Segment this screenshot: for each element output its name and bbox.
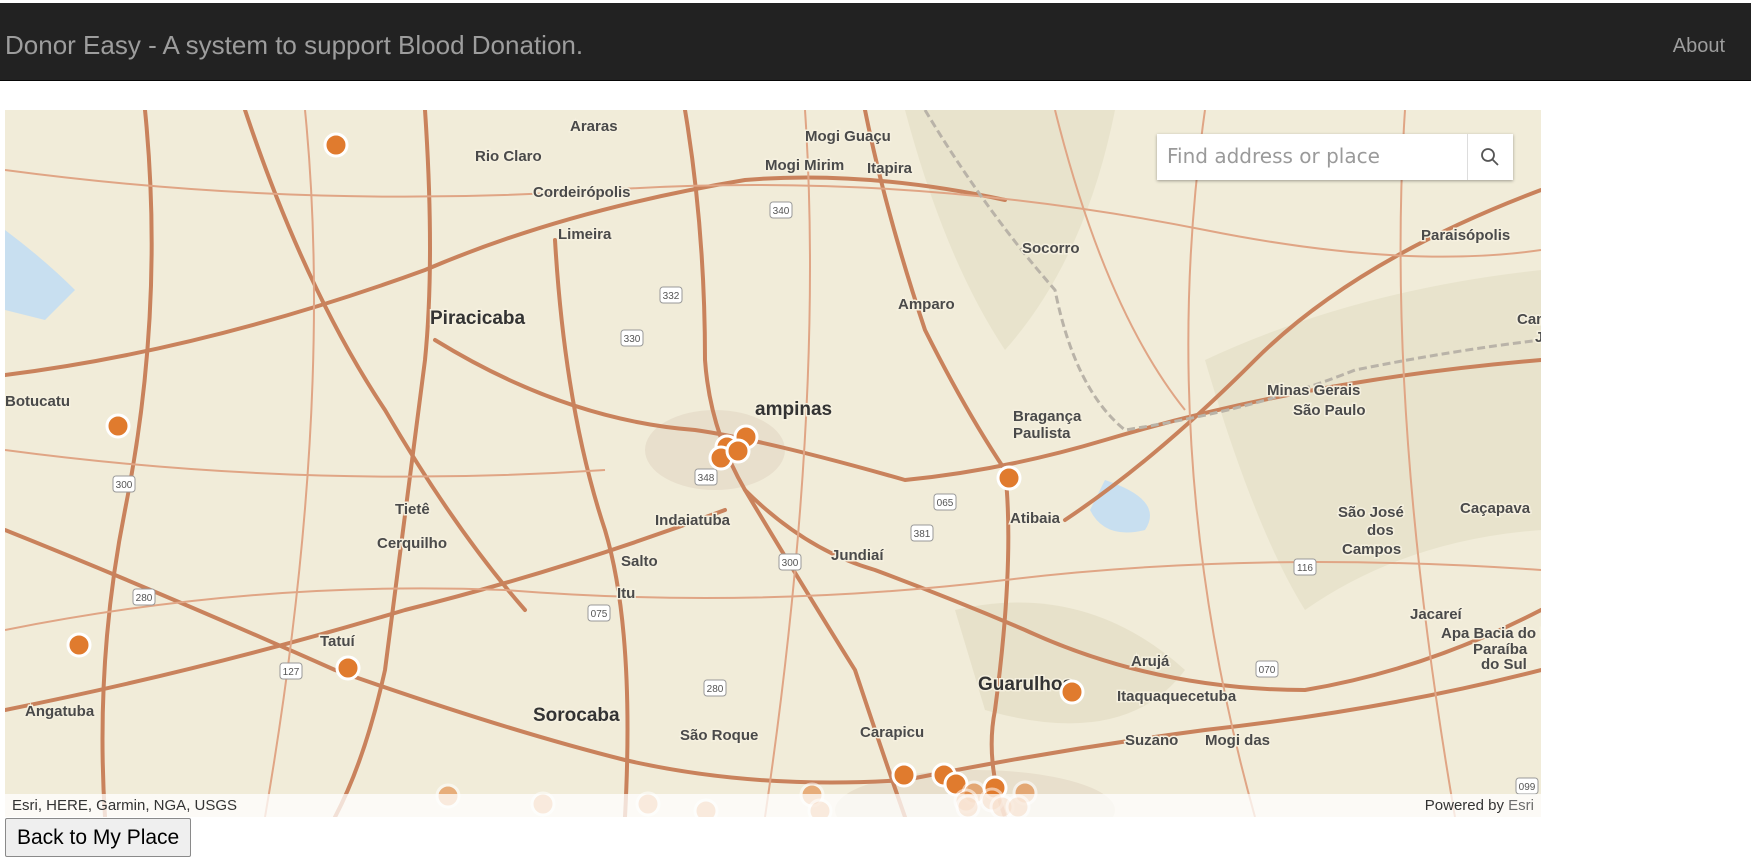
attribution-text: Esri, HERE, Garmin, NGA, USGS bbox=[12, 797, 238, 814]
route-shield: 300 bbox=[112, 475, 136, 493]
place-label: Sorocaba bbox=[533, 705, 620, 726]
route-shield: 280 bbox=[132, 588, 156, 606]
place-label: Atibaia bbox=[1010, 510, 1061, 527]
place-label: Cam bbox=[1517, 311, 1541, 328]
place-label: Cordeirópolis bbox=[533, 184, 631, 201]
place-label: Jundiaí bbox=[831, 547, 884, 564]
place-label: São Roque bbox=[680, 727, 758, 744]
place-label: Angatuba bbox=[25, 703, 95, 720]
place-label: São Paulo bbox=[1293, 402, 1366, 419]
route-shield: 280 bbox=[703, 679, 727, 697]
place-label: do Sul bbox=[1481, 656, 1527, 673]
back-to-my-place-button[interactable]: Back to My Place bbox=[5, 818, 192, 857]
donation-marker[interactable] bbox=[891, 762, 917, 788]
place-label: Itu bbox=[617, 585, 635, 602]
map-view[interactable]: Araras Rio Claro Mogi Guaçu Mogi Mirim I… bbox=[5, 110, 1541, 817]
svg-text:116: 116 bbox=[1297, 563, 1313, 574]
place-label: Paraisópolis bbox=[1421, 227, 1510, 244]
place-label: São José bbox=[1338, 504, 1404, 521]
place-label: Araras bbox=[570, 118, 618, 135]
place-label: Mogi Guaçu bbox=[805, 128, 891, 145]
place-label: Limeira bbox=[558, 226, 612, 243]
place-label: Indaiatuba bbox=[655, 512, 731, 529]
place-label: Suzano bbox=[1125, 732, 1178, 749]
donation-marker[interactable] bbox=[66, 632, 92, 658]
place-label: Botucatu bbox=[5, 393, 70, 410]
place-label: Mogi Mirim bbox=[765, 157, 844, 174]
svg-text:381: 381 bbox=[914, 529, 931, 540]
donation-marker[interactable] bbox=[996, 465, 1022, 491]
place-label: Itaquaquecetuba bbox=[1117, 688, 1237, 705]
place-label: Itapira bbox=[867, 160, 913, 177]
nav-about-link[interactable]: About bbox=[1673, 35, 1725, 58]
map-attribution: Esri, HERE, Garmin, NGA, USGS Powered by… bbox=[5, 794, 1541, 817]
route-shield: 070 bbox=[1255, 660, 1279, 678]
donation-marker[interactable] bbox=[323, 132, 349, 158]
donation-marker[interactable] bbox=[725, 438, 751, 464]
svg-text:330: 330 bbox=[624, 334, 641, 345]
place-label: Socorro bbox=[1022, 240, 1080, 257]
top-navbar: Donor Easy - A system to support Blood D… bbox=[0, 3, 1751, 81]
app-title[interactable]: Donor Easy - A system to support Blood D… bbox=[5, 30, 583, 61]
route-shield: 127 bbox=[279, 662, 303, 680]
powered-by: Powered by Esri bbox=[1425, 797, 1534, 814]
search-widget bbox=[1157, 134, 1513, 180]
svg-text:075: 075 bbox=[591, 609, 608, 620]
basemap: Araras Rio Claro Mogi Guaçu Mogi Mirim I… bbox=[5, 110, 1541, 817]
powered-by-label: Powered by bbox=[1424, 797, 1504, 814]
svg-text:340: 340 bbox=[773, 206, 790, 217]
route-shield: 300 bbox=[778, 553, 802, 571]
place-label: Piracicaba bbox=[430, 308, 525, 329]
place-label: Guarulhos bbox=[978, 674, 1073, 695]
route-shield: 065 bbox=[933, 493, 957, 511]
place-label: ampinas bbox=[755, 399, 832, 420]
donation-marker[interactable] bbox=[1059, 679, 1085, 705]
place-label: Minas Gerais bbox=[1267, 382, 1360, 399]
route-shield: 075 bbox=[587, 604, 611, 622]
svg-text:127: 127 bbox=[283, 667, 300, 678]
search-icon bbox=[1481, 148, 1499, 166]
route-shield: 332 bbox=[659, 286, 683, 304]
esri-link[interactable]: Esri bbox=[1508, 797, 1534, 814]
svg-text:332: 332 bbox=[663, 291, 680, 302]
place-label: Paulista bbox=[1013, 425, 1071, 442]
svg-text:065: 065 bbox=[937, 498, 954, 509]
route-shield: 340 bbox=[769, 201, 793, 219]
place-label: J bbox=[1535, 329, 1541, 346]
place-label: Cerquilho bbox=[377, 535, 447, 552]
donation-marker[interactable] bbox=[105, 413, 131, 439]
svg-text:300: 300 bbox=[116, 480, 133, 491]
donation-marker[interactable] bbox=[335, 655, 361, 681]
place-label: Apa Bacia do R bbox=[1441, 625, 1541, 642]
search-button[interactable] bbox=[1466, 134, 1513, 180]
place-label: Amparo bbox=[898, 296, 955, 313]
place-label: dos bbox=[1367, 522, 1394, 539]
place-label: Bragança bbox=[1013, 408, 1082, 425]
route-shield: 381 bbox=[910, 524, 934, 542]
place-label: Arujá bbox=[1131, 653, 1170, 670]
place-label: Caçapava bbox=[1460, 500, 1531, 517]
svg-text:348: 348 bbox=[698, 473, 715, 484]
route-shield: 330 bbox=[620, 329, 644, 347]
search-input[interactable] bbox=[1157, 134, 1467, 178]
svg-text:070: 070 bbox=[1259, 665, 1276, 676]
place-label: Carapicu bbox=[860, 724, 924, 741]
place-label: Mogi das bbox=[1205, 732, 1270, 749]
place-label: Rio Claro bbox=[475, 148, 542, 165]
route-shield: 099 bbox=[1515, 777, 1539, 795]
svg-text:280: 280 bbox=[136, 593, 153, 604]
place-label: Campos bbox=[1342, 541, 1401, 558]
svg-text:280: 280 bbox=[707, 684, 724, 695]
svg-text:099: 099 bbox=[1519, 782, 1536, 793]
place-label: Salto bbox=[621, 553, 658, 570]
place-label: Tietê bbox=[395, 501, 430, 518]
place-label: Tatuí bbox=[320, 633, 356, 650]
svg-text:300: 300 bbox=[782, 558, 799, 569]
route-shield: 116 bbox=[1293, 558, 1317, 576]
route-shield: 348 bbox=[694, 468, 718, 486]
place-label: Jacareí bbox=[1410, 606, 1463, 623]
